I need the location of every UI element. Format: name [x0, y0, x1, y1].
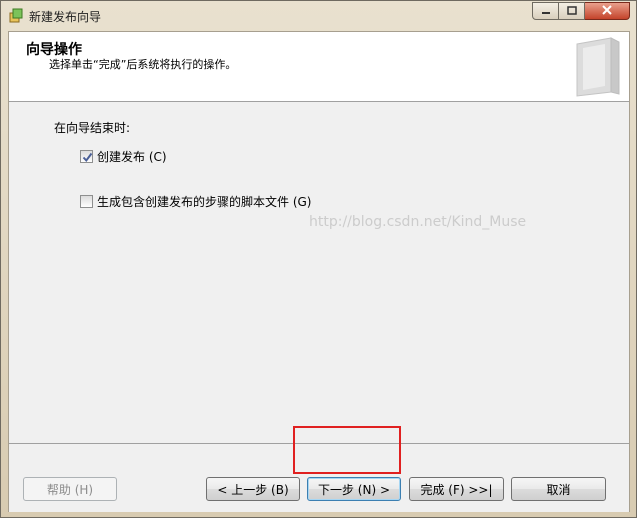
close-button[interactable]: [585, 2, 630, 20]
maximize-button[interactable]: [559, 2, 585, 20]
create-publication-label: 创建发布 (C): [97, 150, 167, 164]
prev-button[interactable]: < 上一步 (B): [206, 477, 300, 501]
wizard-footer: 帮助 (H) < 上一步 (B) 下一步 (N) > 完成 (F) >>| 取消: [9, 443, 629, 512]
wizard-end-label: 在向导结束时:: [54, 121, 131, 135]
window-title: 新建发布向导: [29, 10, 102, 24]
cancel-button[interactable]: 取消: [511, 477, 606, 501]
wizard-banner-icon: [571, 36, 623, 98]
page-subtitle: 选择单击“完成”后系统将执行的操作。: [49, 58, 237, 71]
generate-script-option[interactable]: 生成包含创建发布的步骤的脚本文件 (G): [80, 193, 311, 210]
maximize-icon: [566, 4, 577, 18]
next-button[interactable]: 下一步 (N) >: [307, 477, 401, 501]
watermark: http://blog.csdn.net/Kind_Muse: [309, 214, 527, 230]
generate-script-label: 生成包含创建发布的步骤的脚本文件 (G): [97, 195, 312, 209]
wizard-client: 向导操作 选择单击“完成”后系统将执行的操作。 在向导结束时: 创建发布 (C): [8, 31, 630, 512]
wizard-header: 向导操作 选择单击“完成”后系统将执行的操作。: [9, 32, 629, 102]
minimize-button[interactable]: [532, 2, 559, 20]
wizard-app-icon: [9, 8, 23, 23]
generate-script-checkbox[interactable]: [80, 195, 93, 208]
create-publication-option[interactable]: 创建发布 (C): [80, 148, 167, 165]
wizard-window: 新建发布向导 向导操作 选择单击“完成”后系统将执行的操作。 在向导结束时: 创…: [0, 0, 637, 518]
create-publication-checkbox[interactable]: [80, 150, 93, 163]
window-controls: [532, 2, 630, 21]
minimize-icon: [541, 4, 551, 18]
title-bar[interactable]: 新建发布向导: [1, 1, 636, 31]
help-button[interactable]: 帮助 (H): [23, 477, 117, 501]
close-icon: [602, 4, 612, 18]
finish-button[interactable]: 完成 (F) >>|: [409, 477, 504, 501]
